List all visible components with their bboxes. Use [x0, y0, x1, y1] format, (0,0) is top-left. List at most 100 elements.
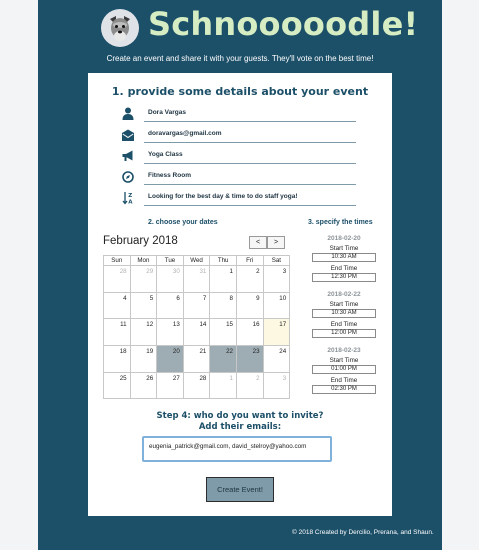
page-frame: Schnooooodle! Create an event and share …	[38, 0, 442, 550]
calendar-day-cell[interactable]: 23	[235, 345, 264, 373]
calendar-day-cell[interactable]: 7	[182, 291, 211, 320]
calendar-day-number: 12	[146, 321, 154, 329]
calendar-day-cell[interactable]: 31	[182, 265, 211, 293]
calendar-day-cell[interactable]: 22	[209, 345, 237, 373]
end-time-input[interactable]: 12:00 PM	[312, 329, 376, 338]
calendar-day-cell[interactable]: 12	[129, 318, 158, 347]
calendar-day-cell[interactable]: 13	[156, 318, 184, 347]
schnauzer-logo-icon	[101, 9, 139, 47]
calendar-day-cell[interactable]: 27	[156, 371, 184, 400]
start-time-input[interactable]: 10:30 AM	[312, 309, 376, 318]
calendar-day-cell[interactable]: 15	[209, 318, 237, 347]
calendar-day-number: 4	[123, 294, 127, 302]
calendar-day-number: 29	[146, 268, 154, 275]
title-row: Yoga Class	[122, 148, 356, 166]
email-field[interactable]: doravargas@gmail.com	[144, 127, 356, 143]
calendar-day-number: 27	[172, 374, 180, 382]
start-time-input[interactable]: 01:00 PM	[312, 365, 376, 374]
calendar-day-cell[interactable]: 24	[262, 345, 291, 373]
location-field[interactable]: Fitness Room	[144, 169, 356, 185]
calendar-day-number: 3	[282, 374, 287, 382]
calendar-day-cell[interactable]: 1	[209, 371, 237, 400]
date-heading: 2018-02-20	[327, 235, 361, 242]
svg-text:A: A	[128, 200, 133, 206]
next-month-button[interactable]: >	[267, 236, 285, 249]
calendar-day-cell[interactable]: 11	[103, 318, 131, 347]
calendar-day-number: 26	[146, 374, 154, 382]
weekday-header: Tue	[156, 255, 184, 266]
start-time-input[interactable]: 10:30 AM	[312, 253, 376, 262]
calendar-day-cell[interactable]: 30	[156, 265, 184, 293]
calendar-day-cell[interactable]: 6	[156, 291, 184, 320]
header: Schnooooodle! Create an event and share …	[38, 0, 442, 70]
calendar-day-cell[interactable]: 21	[182, 345, 211, 373]
weekday-header: Wed	[182, 255, 211, 266]
calendar-day-cell[interactable]: 17	[262, 318, 291, 347]
invite-emails-textarea[interactable]: eugenia_patrick@gmail.com, david_stelroy…	[142, 436, 332, 462]
name-field[interactable]: Dora Vargas	[144, 106, 356, 122]
calendar-day-cell[interactable]: 8	[209, 291, 237, 320]
date-heading: 2018-02-23	[327, 347, 361, 354]
event-form-card: 1. provide some details about your event…	[88, 73, 392, 516]
calendar-day-number: 18	[119, 348, 127, 356]
calendar-day-cell[interactable]: 26	[129, 371, 158, 400]
calendar-day-number: 14	[199, 321, 207, 329]
calendar-day-cell[interactable]: 4	[103, 291, 131, 320]
invite-emails-value: eugenia_patrick@gmail.com, david_stelroy…	[149, 443, 307, 450]
end-time-label: End Time	[330, 321, 358, 328]
calendar-day-number: 16	[252, 321, 260, 329]
calendar-month-title: February 2018	[103, 235, 178, 247]
calendar-day-number: 25	[119, 374, 127, 382]
start-time-label: Start Time	[329, 245, 359, 252]
calendar-day-cell[interactable]: 3	[262, 371, 291, 400]
calendar-grid: Sun Mon Tue Wed Thu Fri Sat 28 29 30 31 1 2 3 4 5 6 7 8 9 1…	[103, 255, 291, 400]
calendar-day-cell[interactable]: 20	[156, 345, 184, 373]
location-row: Fitness Room	[122, 169, 356, 187]
end-time-input[interactable]: 02:30 PM	[312, 385, 376, 394]
description-field[interactable]: Looking for the best day & time to do st…	[144, 190, 356, 206]
calendar-day-number: 21	[199, 348, 207, 356]
calendar-day-number: 28	[119, 268, 127, 275]
calendar-day-number: 30	[172, 268, 180, 275]
weekday-header: Fri	[235, 255, 264, 266]
start-time-label: Start Time	[329, 357, 359, 364]
calendar-week-row: 28 29 30 31 1 2 3	[103, 265, 291, 293]
create-event-button[interactable]: Create Event!	[206, 477, 274, 502]
calendar-day-cell[interactable]: 2	[235, 265, 264, 293]
calendar-day-number: 8	[229, 294, 233, 302]
prev-month-button[interactable]: <	[249, 236, 267, 249]
location-icon	[122, 170, 134, 184]
calendar-day-cell[interactable]: 14	[182, 318, 211, 347]
calendar-day-cell[interactable]: 5	[129, 291, 158, 320]
calendar-day-number: 5	[149, 294, 154, 302]
calendar-day-cell[interactable]: 28	[182, 371, 211, 400]
calendar-day-cell[interactable]: 10	[262, 291, 291, 320]
calendar-day-cell[interactable]: 18	[103, 345, 131, 373]
date-heading: 2018-02-22	[327, 291, 361, 298]
step3-heading: 3. specify the times	[308, 219, 373, 226]
calendar-day-cell[interactable]: 16	[235, 318, 264, 347]
date-group: 2018-02-20 Start Time 10:30 AM End Time …	[304, 235, 384, 282]
calendar-day-cell[interactable]: 19	[129, 345, 158, 373]
calendar-day-cell[interactable]: 2	[235, 371, 264, 400]
calendar-day-cell[interactable]: 9	[235, 291, 264, 320]
calendar-day-number: 13	[172, 321, 180, 329]
date-group: 2018-02-22 Start Time 10:30 AM End Time …	[304, 291, 384, 338]
end-time-input[interactable]: 12:30 PM	[312, 273, 376, 282]
event-title-field[interactable]: Yoga Class	[144, 148, 356, 164]
calendar-day-cell[interactable]: 3	[262, 265, 291, 293]
calendar-day-cell[interactable]: 29	[129, 265, 158, 293]
calendar-day-number: 7	[202, 294, 207, 302]
calendar-day-number: 11	[120, 321, 127, 329]
calendar-day-number: 28	[199, 374, 207, 382]
calendar-day-cell[interactable]: 28	[103, 265, 131, 293]
calendar-day-cell[interactable]: 25	[103, 371, 131, 400]
weekday-header: Thu	[209, 255, 237, 266]
calendar-day-cell[interactable]: 1	[209, 265, 237, 293]
calendar-day-number: 10	[279, 294, 287, 302]
name-row: Dora Vargas	[122, 106, 356, 124]
calendar-day-number: 1	[229, 374, 233, 382]
calendar-day-number: 31	[199, 268, 207, 275]
calendar-day-number: 1	[229, 268, 233, 275]
weekday-header: Mon	[129, 255, 158, 266]
